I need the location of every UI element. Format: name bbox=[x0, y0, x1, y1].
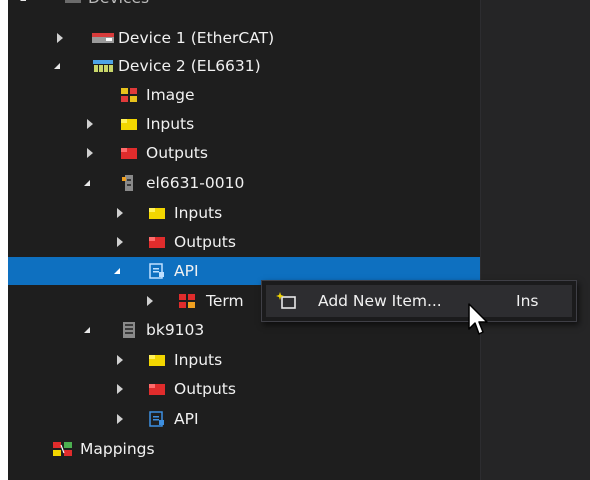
collapsed-arrow-icon[interactable] bbox=[80, 110, 94, 138]
api-icon bbox=[149, 263, 164, 279]
tree-item-el6631-0010[interactable]: el6631-0010 bbox=[8, 169, 480, 197]
collapsed-arrow-icon[interactable] bbox=[110, 375, 124, 403]
tree-item-label: Mappings bbox=[80, 440, 155, 458]
tree-item-label: Devices bbox=[88, 0, 149, 12]
expand-arrow-icon[interactable] bbox=[16, 0, 30, 12]
term-icon bbox=[179, 294, 195, 308]
side-panel bbox=[480, 0, 590, 480]
tree-item-inputs[interactable]: Inputs bbox=[8, 346, 480, 374]
solution-explorer-window: Devices Device 1 (EtherCAT) Device 2 (EL… bbox=[8, 0, 590, 480]
expand-arrow-icon[interactable] bbox=[110, 257, 124, 285]
tree-item-image[interactable]: Image bbox=[8, 81, 480, 109]
tree-item-label: API bbox=[174, 262, 199, 280]
tree-item-label: Inputs bbox=[146, 115, 195, 133]
collapsed-arrow-icon[interactable] bbox=[110, 346, 124, 374]
tree-item-label: Outputs bbox=[174, 380, 236, 398]
network-device-icon bbox=[93, 60, 113, 72]
tree-item-label: Inputs bbox=[174, 351, 223, 369]
tree-item-label: Image bbox=[146, 86, 195, 104]
outputs-icon bbox=[121, 148, 137, 159]
tree-item-device-1[interactable]: Device 1 (EtherCAT) bbox=[8, 24, 480, 52]
tree-item-label: API bbox=[174, 410, 199, 428]
tree-item-mappings[interactable]: Mappings bbox=[8, 435, 480, 463]
tree-item-label: Term bbox=[206, 292, 244, 310]
tree-item-label: Outputs bbox=[174, 233, 236, 251]
devices-icon bbox=[65, 0, 81, 3]
device-tree-panel[interactable]: Devices Device 1 (EtherCAT) Device 2 (EL… bbox=[8, 0, 480, 480]
tree-item-inputs[interactable]: Inputs bbox=[8, 110, 480, 138]
menu-item-shortcut: Ins bbox=[516, 292, 539, 310]
mappings-icon bbox=[53, 442, 72, 456]
tree-item-label: Device 2 (EL6631) bbox=[118, 57, 261, 75]
add-new-item-menu-item[interactable]: Add New Item... Ins bbox=[266, 285, 572, 317]
ethercat-device-icon bbox=[92, 33, 114, 43]
tree-item-label: bk9103 bbox=[146, 321, 205, 339]
bus-coupler-icon bbox=[123, 322, 135, 338]
expand-arrow-icon[interactable] bbox=[50, 52, 64, 80]
collapsed-arrow-icon[interactable] bbox=[110, 405, 124, 433]
context-menu: Add New Item... Ins bbox=[261, 280, 577, 322]
collapsed-arrow-icon[interactable] bbox=[110, 199, 124, 227]
outputs-icon bbox=[149, 237, 165, 248]
mouse-pointer-icon bbox=[468, 303, 488, 335]
tree-item-api[interactable]: API bbox=[8, 405, 480, 433]
tree-item-outputs[interactable]: Outputs bbox=[8, 139, 480, 167]
collapsed-arrow-icon[interactable] bbox=[50, 24, 64, 52]
tree-item-device-2[interactable]: Device 2 (EL6631) bbox=[8, 52, 480, 80]
menu-item-label: Add New Item... bbox=[318, 292, 442, 310]
tree-item-devices[interactable]: Devices bbox=[8, 0, 480, 12]
inputs-icon bbox=[149, 355, 165, 366]
tree-item-inputs[interactable]: Inputs bbox=[8, 199, 480, 227]
outputs-icon bbox=[149, 384, 165, 395]
tree-item-label: el6631-0010 bbox=[146, 174, 245, 192]
tree-item-label: Outputs bbox=[146, 144, 208, 162]
collapsed-arrow-icon[interactable] bbox=[110, 228, 124, 256]
tree-item-label: Inputs bbox=[174, 204, 223, 222]
tree-item-outputs[interactable]: Outputs bbox=[8, 228, 480, 256]
collapsed-arrow-icon[interactable] bbox=[80, 139, 94, 167]
expand-arrow-icon[interactable] bbox=[80, 316, 94, 344]
collapsed-arrow-icon[interactable] bbox=[140, 287, 154, 315]
add-new-item-icon bbox=[276, 292, 296, 309]
tree-item-label: Device 1 (EtherCAT) bbox=[118, 29, 275, 47]
terminal-icon bbox=[122, 175, 133, 191]
inputs-icon bbox=[121, 119, 137, 130]
tree-item-outputs[interactable]: Outputs bbox=[8, 375, 480, 403]
image-icon bbox=[121, 88, 137, 102]
api-icon bbox=[149, 411, 164, 427]
expand-arrow-icon[interactable] bbox=[80, 169, 94, 197]
inputs-icon bbox=[149, 208, 165, 219]
